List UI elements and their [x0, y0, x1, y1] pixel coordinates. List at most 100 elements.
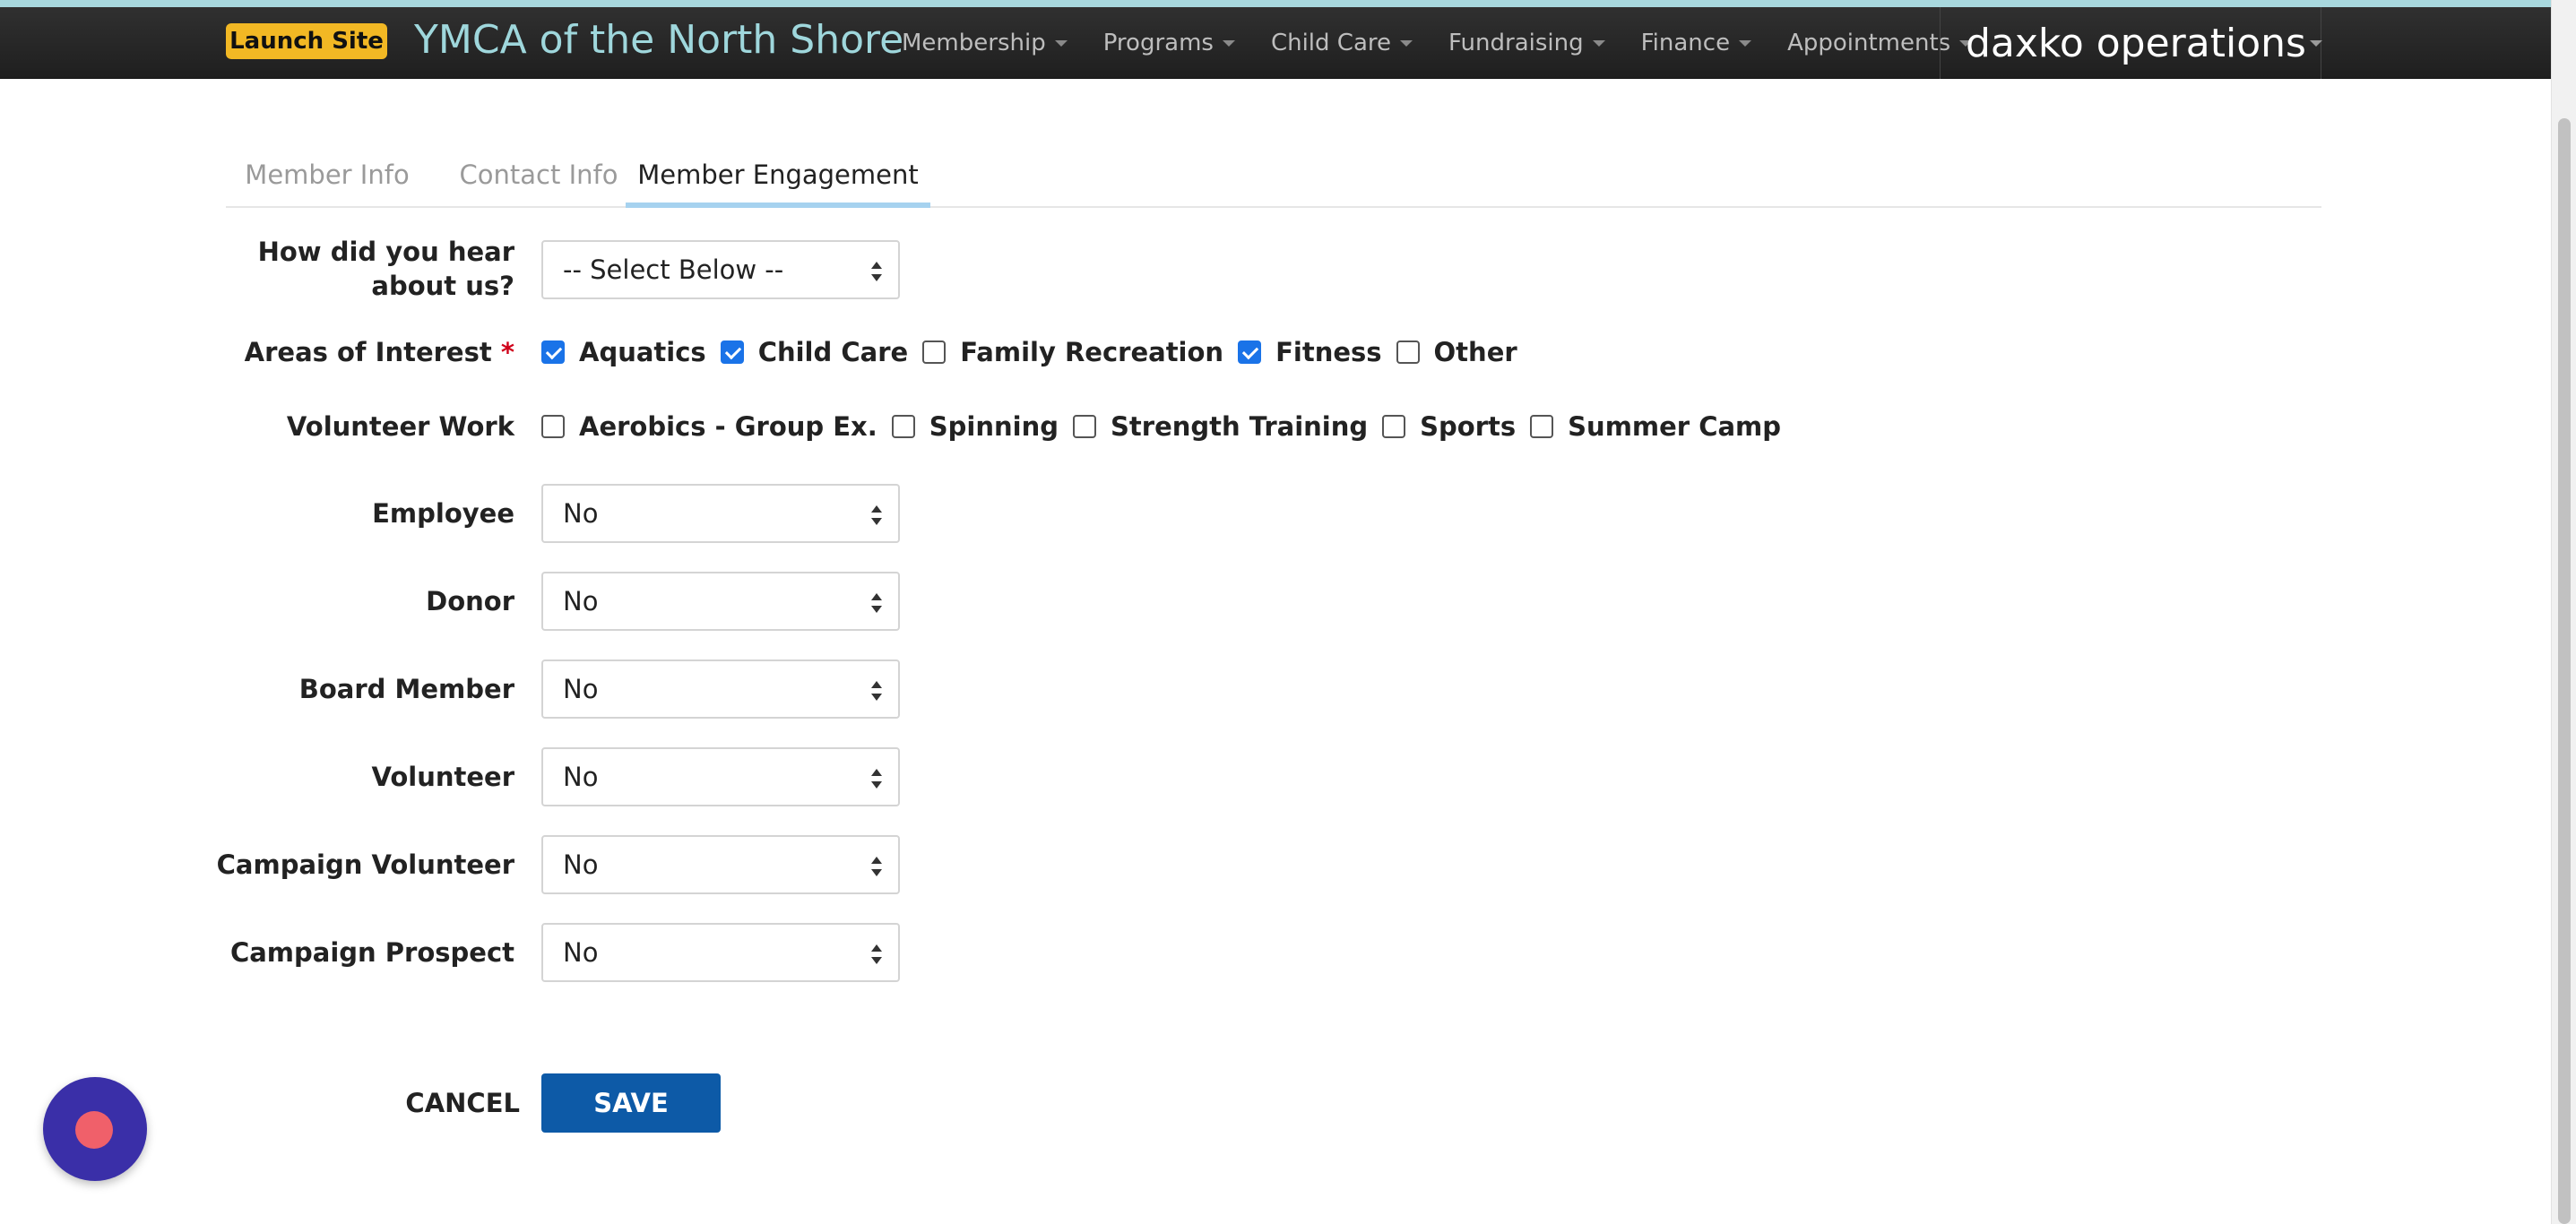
checkbox[interactable]	[541, 340, 565, 364]
checkbox-label: Summer Camp	[1568, 411, 1782, 442]
label-line: about us?	[371, 271, 514, 301]
campaign-prospect-select[interactable]: No	[541, 923, 900, 982]
hear-about-label: How did you hear about us?	[258, 235, 514, 303]
donor-select[interactable]: No	[541, 572, 900, 631]
checkbox[interactable]	[1530, 415, 1554, 438]
menu-programs[interactable]: Programs	[1103, 30, 1235, 56]
select-value: -- Select Below --	[563, 254, 784, 285]
tab-member-engagement[interactable]: Member Engagement	[626, 152, 930, 208]
employee-select[interactable]: No	[541, 484, 900, 543]
caret-down-icon	[1222, 39, 1235, 47]
checkbox[interactable]	[922, 340, 947, 364]
volunteer-label: Volunteer	[371, 762, 514, 792]
brand-name: daxko operations	[1966, 20, 2306, 66]
tab-bar: Member Info Contact Info Member Engageme…	[226, 152, 2321, 208]
checkbox[interactable]	[1073, 415, 1097, 438]
checkbox[interactable]	[1238, 340, 1262, 364]
employee-label: Employee	[372, 498, 514, 529]
caret-down-icon	[1739, 39, 1752, 47]
interest-child-care[interactable]: Child Care	[720, 337, 909, 367]
areas-of-interest-options: Aquatics Child Care Family Recreation Fi…	[541, 334, 1532, 370]
select-value: No	[563, 586, 599, 616]
checkbox[interactable]	[1382, 415, 1406, 438]
checkbox-label: Child Care	[757, 337, 909, 367]
interest-other[interactable]: Other	[1396, 337, 1517, 367]
caret-down-icon	[1592, 39, 1605, 47]
select-arrows-icon	[871, 505, 882, 525]
donor-label: Donor	[426, 586, 514, 616]
caret-down-icon	[2309, 39, 2322, 47]
checkbox-label: Strength Training	[1111, 411, 1369, 442]
select-value: No	[563, 762, 599, 792]
volunteer-aerobics[interactable]: Aerobics - Group Ex.	[541, 411, 877, 442]
chat-launcher-button[interactable]	[43, 1077, 147, 1181]
checkbox[interactable]	[541, 415, 565, 438]
select-arrows-icon	[871, 593, 882, 613]
chat-indicator-icon	[75, 1111, 113, 1149]
hear-about-select[interactable]: -- Select Below --	[541, 240, 900, 299]
select-value: No	[563, 498, 599, 529]
interest-fitness[interactable]: Fitness	[1238, 337, 1382, 367]
site-title[interactable]: YMCA of the North Shore	[414, 16, 903, 65]
volunteer-sports[interactable]: Sports	[1382, 411, 1516, 442]
save-button[interactable]: SAVE	[541, 1073, 721, 1133]
checkbox-label: Spinning	[929, 411, 1059, 442]
select-value: No	[563, 937, 599, 968]
volunteer-select[interactable]: No	[541, 747, 900, 806]
menu-label: Appointments	[1787, 30, 1951, 56]
tab-contact-info[interactable]: Contact Info	[428, 152, 649, 206]
select-value: No	[563, 849, 599, 880]
label-text: Areas of Interest	[244, 337, 492, 367]
board-member-select[interactable]: No	[541, 659, 900, 719]
campaign-prospect-label: Campaign Prospect	[229, 937, 514, 968]
volunteer-spinning[interactable]: Spinning	[891, 411, 1059, 442]
menu-label: Programs	[1102, 30, 1214, 56]
top-accent-strip	[0, 0, 2551, 7]
caret-down-icon	[1054, 39, 1068, 47]
checkbox-label: Aerobics - Group Ex.	[579, 411, 877, 442]
menu-finance[interactable]: Finance	[1640, 30, 1752, 56]
areas-of-interest-label: Areas of Interest *	[245, 334, 514, 370]
top-navbar: Launch Site YMCA of the North Shore Memb…	[0, 7, 2551, 79]
checkbox-label: Other	[1433, 337, 1517, 367]
volunteer-work-label: Volunteer Work	[286, 411, 514, 442]
tab-member-info[interactable]: Member Info	[226, 152, 428, 206]
volunteer-work-options: Aerobics - Group Ex. Spinning Strength T…	[541, 409, 1795, 444]
checkbox-label: Sports	[1420, 411, 1517, 442]
menu-fundraising[interactable]: Fundraising	[1448, 30, 1605, 56]
campaign-volunteer-label: Campaign Volunteer	[216, 849, 514, 880]
brand-menu[interactable]: daxko operations	[1940, 7, 2322, 79]
main-menu: Membership Programs Child Care Fundraisi…	[902, 7, 2008, 79]
select-arrows-icon	[871, 857, 882, 876]
select-arrows-icon	[871, 944, 882, 964]
required-marker: *	[500, 337, 514, 367]
checkbox[interactable]	[891, 415, 915, 438]
checkbox-label: Fitness	[1275, 337, 1382, 367]
menu-label: Membership	[902, 30, 1046, 56]
label-line: How did you hear	[257, 237, 514, 267]
interest-family-recreation[interactable]: Family Recreation	[922, 337, 1223, 367]
select-arrows-icon	[871, 681, 882, 701]
checkbox-label: Family Recreation	[960, 337, 1224, 367]
board-member-label: Board Member	[298, 674, 514, 704]
interest-aquatics[interactable]: Aquatics	[541, 337, 706, 367]
caret-down-icon	[1400, 39, 1413, 47]
scrollbar-thumb[interactable]	[2558, 118, 2571, 1224]
menu-label: Finance	[1640, 30, 1731, 56]
menu-membership[interactable]: Membership	[902, 30, 1068, 56]
volunteer-strength-training[interactable]: Strength Training	[1073, 411, 1368, 442]
checkbox-label: Aquatics	[579, 337, 706, 367]
select-arrows-icon	[871, 262, 882, 281]
campaign-volunteer-select[interactable]: No	[541, 835, 900, 894]
menu-label: Child Care	[1270, 30, 1392, 56]
select-value: No	[563, 674, 599, 704]
menu-label: Fundraising	[1448, 30, 1584, 56]
checkbox[interactable]	[1396, 340, 1420, 364]
vertical-scrollbar[interactable]	[2551, 0, 2576, 1224]
select-arrows-icon	[871, 769, 882, 789]
launch-site-button[interactable]: Launch Site	[226, 23, 387, 59]
menu-child-care[interactable]: Child Care	[1271, 30, 1413, 56]
checkbox[interactable]	[720, 340, 744, 364]
volunteer-summer-camp[interactable]: Summer Camp	[1530, 411, 1781, 442]
cancel-button[interactable]: CANCEL	[376, 1084, 520, 1122]
